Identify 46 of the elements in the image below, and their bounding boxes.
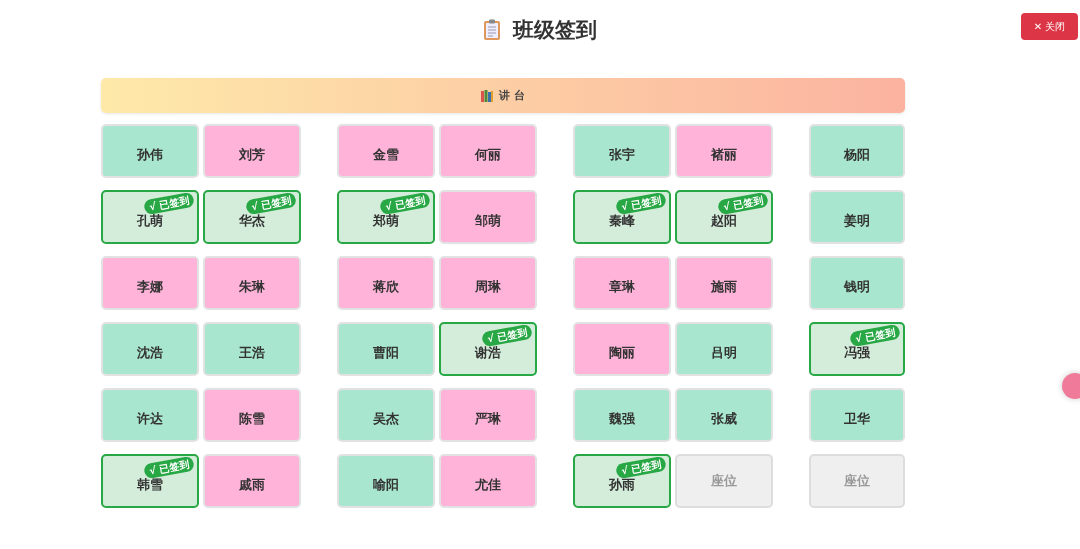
student-seat[interactable]: 郑萌 √ 已签到 xyxy=(337,190,435,244)
student-seat[interactable]: 姜明 xyxy=(809,190,905,244)
student-seat[interactable]: 陶丽 xyxy=(573,322,671,376)
student-seat[interactable]: 蒋欣 xyxy=(337,256,435,310)
student-seat[interactable]: 张宇 xyxy=(573,124,671,178)
student-seat[interactable]: 严琳 xyxy=(439,388,537,442)
student-seat[interactable]: 杨阳 xyxy=(809,124,905,178)
student-seat[interactable]: 钱明 xyxy=(809,256,905,310)
student-seat[interactable]: 李娜 xyxy=(101,256,199,310)
student-seat[interactable]: 谢浩 √ 已签到 xyxy=(439,322,537,376)
student-seat[interactable]: 周琳 xyxy=(439,256,537,310)
student-seat[interactable]: 朱琳 xyxy=(203,256,301,310)
page-title: 班级签到 xyxy=(513,17,597,44)
student-seat[interactable]: 曹阳 xyxy=(337,322,435,376)
student-seat[interactable]: 韩雪 √ 已签到 xyxy=(101,454,199,508)
student-seat[interactable]: 卫华 xyxy=(809,388,905,442)
clipboard-icon xyxy=(483,19,501,41)
student-seat[interactable]: 冯强 √ 已签到 xyxy=(809,322,905,376)
student-seat[interactable]: 张威 xyxy=(675,388,773,442)
student-seat[interactable]: 吴杰 xyxy=(337,388,435,442)
student-seat[interactable]: 章琳 xyxy=(573,256,671,310)
student-seat[interactable]: 邹萌 xyxy=(439,190,537,244)
student-seat[interactable]: 魏强 xyxy=(573,388,671,442)
student-seat[interactable]: 刘芳 xyxy=(203,124,301,178)
student-seat[interactable]: 华杰 √ 已签到 xyxy=(203,190,301,244)
student-seat[interactable]: 秦峰 √ 已签到 xyxy=(573,190,671,244)
books-icon xyxy=(481,89,494,102)
student-seat[interactable]: 何丽 xyxy=(439,124,537,178)
student-seat[interactable]: 赵阳 √ 已签到 xyxy=(675,190,773,244)
student-seat[interactable]: 陈雪 xyxy=(203,388,301,442)
student-seat[interactable]: 孔萌 √ 已签到 xyxy=(101,190,199,244)
student-seat[interactable]: 许达 xyxy=(101,388,199,442)
student-seat[interactable]: 孙雨 √ 已签到 xyxy=(573,454,671,508)
podium-label: 讲 台 xyxy=(499,88,525,103)
student-seat[interactable]: 金雪 xyxy=(337,124,435,178)
student-seat[interactable]: 尤佳 xyxy=(439,454,537,508)
student-seat[interactable]: 王浩 xyxy=(203,322,301,376)
student-seat[interactable]: 褚丽 xyxy=(675,124,773,178)
student-seat[interactable]: 孙伟 xyxy=(101,124,199,178)
student-seat[interactable]: 喻阳 xyxy=(337,454,435,508)
close-button[interactable]: ✕ 关闭 xyxy=(1021,13,1078,40)
student-seat[interactable]: 吕明 xyxy=(675,322,773,376)
student-seat[interactable]: 沈浩 xyxy=(101,322,199,376)
student-seat[interactable]: 戚雨 xyxy=(203,454,301,508)
student-seat[interactable]: 施雨 xyxy=(675,256,773,310)
signed-in-badge: √ 已签到 xyxy=(716,191,769,216)
